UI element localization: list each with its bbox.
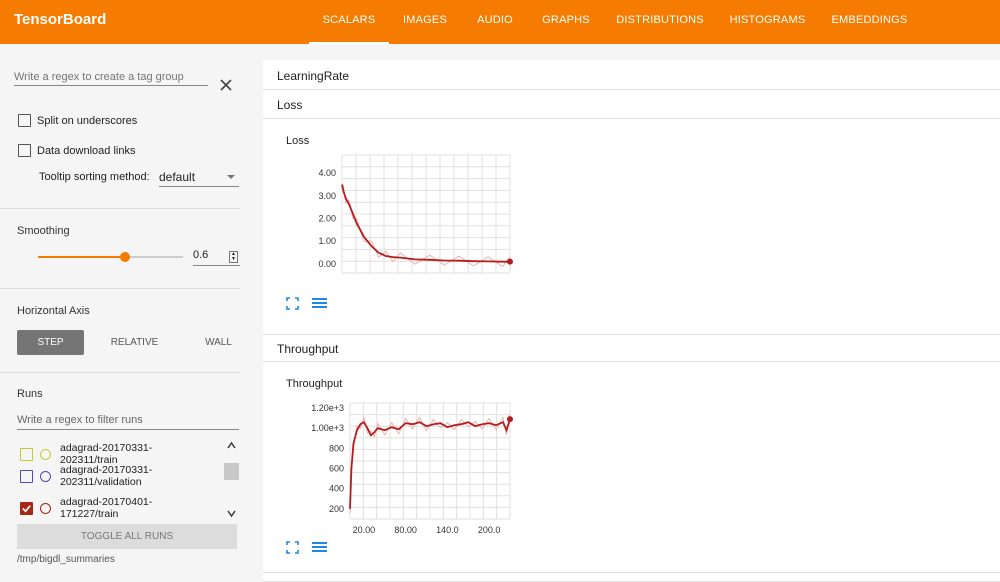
divider — [0, 208, 240, 209]
chart-title-loss: Loss — [286, 135, 310, 147]
y-tick-label: 1.00e+3 — [311, 423, 344, 433]
runs-scrollbar[interactable] — [224, 437, 239, 523]
close-icon[interactable] — [219, 78, 233, 92]
tooltip-sorting-value: default — [159, 170, 196, 184]
run-checkbox[interactable] — [20, 447, 33, 461]
run-color-dot — [40, 470, 51, 482]
tooltip-sorting-select[interactable]: default — [159, 170, 239, 187]
series-end-point[interactable] — [507, 258, 513, 265]
run-label: adagrad-20170401-171227/train — [60, 496, 153, 519]
data-download-label: Data download links — [37, 144, 136, 157]
data-download-checkbox[interactable] — [18, 144, 31, 157]
group-header-learningrate[interactable]: LearningRate — [263, 62, 1000, 90]
fullscreen-icon[interactable] — [286, 297, 299, 310]
smoothing-value-input[interactable]: 0.6 ▲ ▼ — [193, 249, 240, 266]
axis-step-button[interactable]: STEP — [17, 330, 84, 355]
runs-list: adagrad-20170331-202311/train adagrad-20… — [14, 437, 240, 519]
run-item[interactable]: adagrad-20170401-171227/train — [14, 496, 190, 519]
y-tick-label: 1.00 — [318, 236, 336, 246]
run-color-dot — [40, 448, 51, 460]
list-icon[interactable] — [312, 297, 327, 310]
x-tick-label: 200.0 — [478, 525, 501, 535]
check-icon — [22, 504, 31, 512]
app-title: TensorBoard — [14, 11, 107, 28]
run-checkbox[interactable] — [20, 469, 33, 483]
y-tick-label: 400 — [329, 484, 344, 494]
spinner-icon[interactable]: ▲ ▼ — [229, 251, 238, 263]
y-tick-label: 1.20e+3 — [311, 403, 344, 413]
series-end-point[interactable] — [507, 416, 513, 423]
smoothing-value: 0.6 — [193, 249, 209, 261]
group-header-loss[interactable]: Loss — [263, 91, 1000, 119]
logdir-path: /tmp/bigdl_summaries — [17, 554, 115, 565]
divider — [0, 288, 240, 289]
smoothing-slider-fill — [38, 256, 125, 258]
group-header-throughput[interactable]: Throughput — [263, 334, 1000, 362]
tab-audio[interactable]: AUDIO — [461, 0, 529, 44]
runs-filter-input[interactable]: Write a regex to filter runs — [17, 414, 239, 430]
split-underscores-checkbox[interactable] — [18, 114, 31, 127]
axis-wall-button[interactable]: WALL — [185, 330, 252, 355]
split-underscores-label: Split on underscores — [37, 114, 138, 127]
horizontal-axis-title: Horizontal Axis — [17, 305, 90, 317]
split-underscores-option[interactable]: Split on underscores — [18, 114, 137, 127]
run-item[interactable]: adagrad-20170331-202311/train — [14, 442, 190, 466]
tab-embeddings[interactable]: EMBEDDINGS — [818, 0, 921, 44]
smoothing-slider[interactable] — [38, 252, 183, 262]
axis-relative-button[interactable]: RELATIVE — [101, 330, 168, 355]
y-tick-label: 200 — [329, 504, 344, 514]
tab-histograms[interactable]: HISTOGRAMS — [717, 0, 818, 44]
loss-chart[interactable]: 4.00 3.00 2.00 1.00 0.00 — [300, 150, 520, 280]
smoothing-title: Smoothing — [17, 225, 70, 237]
y-tick-label: 4.00 — [318, 168, 336, 178]
tab-scalars[interactable]: SCALARS — [309, 0, 389, 44]
top-app-bar: TensorBoard SCALARS IMAGES AUDIO GRAPHS … — [0, 0, 1000, 44]
run-checkbox-checked[interactable] — [20, 501, 33, 515]
group-header-next — [263, 572, 1000, 582]
runs-title: Runs — [17, 388, 43, 400]
chevron-down-icon — [227, 175, 235, 179]
tab-graphs[interactable]: GRAPHS — [529, 0, 603, 44]
y-tick-label: 3.00 — [318, 191, 336, 201]
x-tick-label: 140.0 — [436, 525, 459, 535]
y-tick-label: 600 — [329, 464, 344, 474]
y-tick-label: 0.00 — [318, 259, 336, 269]
data-download-option[interactable]: Data download links — [18, 144, 135, 157]
divider — [0, 372, 240, 373]
toggle-all-runs-button[interactable]: TOGGLE ALL RUNS — [17, 524, 237, 549]
tab-bar: SCALARS IMAGES AUDIO GRAPHS DISTRIBUTION… — [309, 0, 921, 44]
x-tick-label: 80.00 — [394, 525, 417, 535]
list-icon[interactable] — [312, 541, 327, 554]
y-tick-label: 800 — [329, 443, 344, 453]
run-label: adagrad-20170331-202311/train — [60, 442, 153, 466]
fullscreen-icon[interactable] — [286, 541, 299, 554]
smoothing-slider-thumb[interactable] — [120, 252, 130, 262]
tab-images[interactable]: IMAGES — [389, 0, 461, 44]
tooltip-sorting-label: Tooltip sorting method: — [39, 171, 150, 183]
tab-distributions[interactable]: DISTRIBUTIONS — [603, 0, 717, 44]
x-tick-label: 20.00 — [353, 525, 376, 535]
run-label: adagrad-20170331-202311/validation — [60, 464, 153, 488]
horizontal-axis-selector: STEP RELATIVE WALL — [17, 330, 269, 355]
run-color-dot — [40, 502, 51, 514]
y-tick-label: 2.00 — [318, 214, 336, 224]
chart-title-throughput: Throughput — [286, 378, 343, 390]
run-item[interactable]: adagrad-20170331-202311/validation — [14, 464, 170, 488]
throughput-chart[interactable]: 1.20e+3 1.00e+3 800 600 400 200 20.00 80.00 140.… — [300, 393, 525, 538]
tag-group-regex-input[interactable] — [14, 68, 208, 86]
